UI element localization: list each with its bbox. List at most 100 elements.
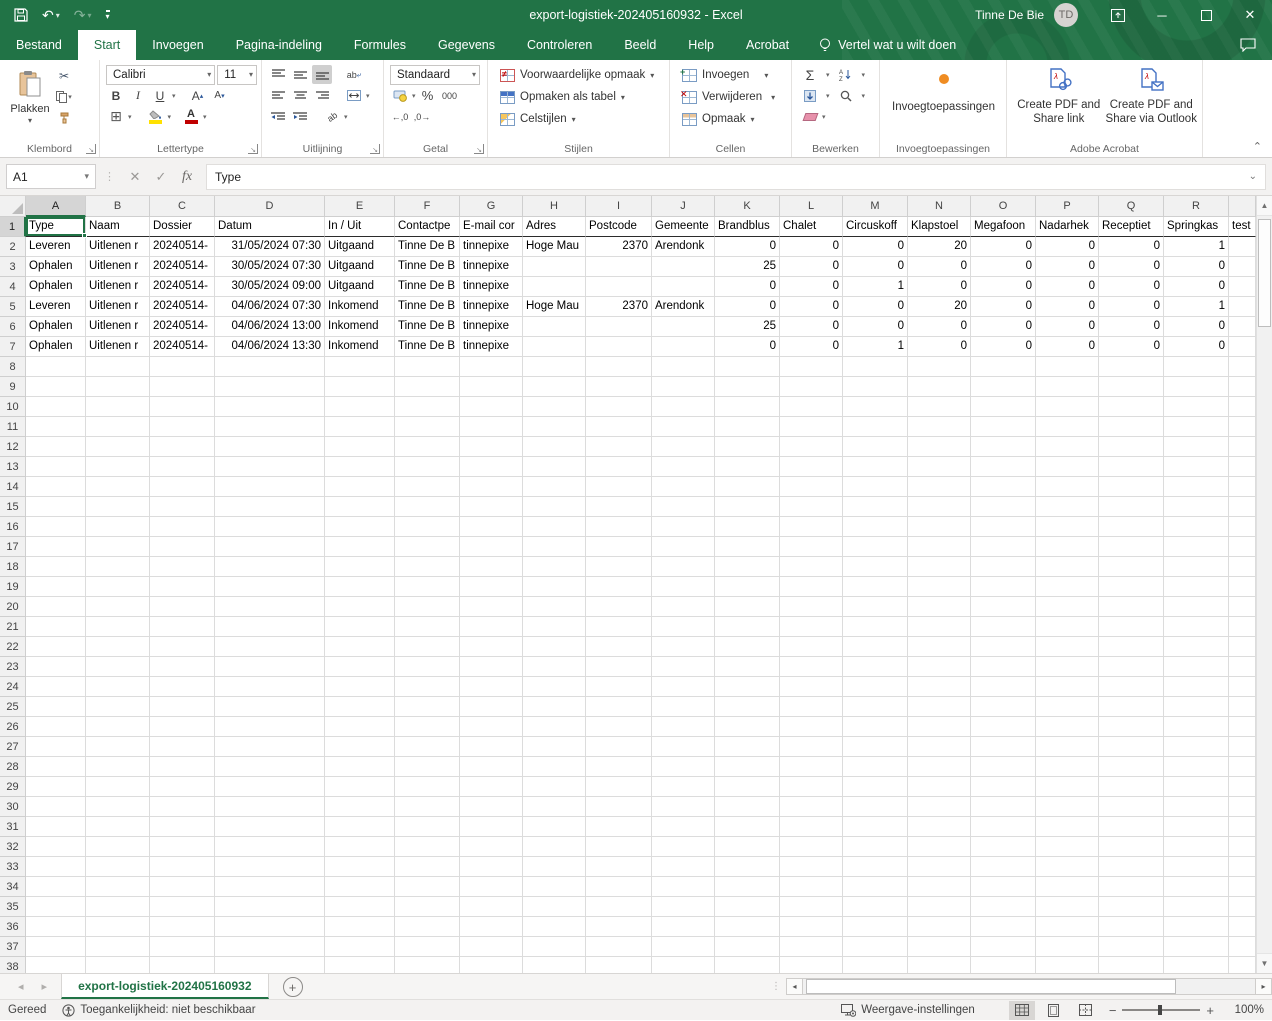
- cell-F21[interactable]: [395, 617, 460, 637]
- cell-J8[interactable]: [652, 357, 715, 377]
- cell-P32[interactable]: [1036, 837, 1099, 857]
- cell-I33[interactable]: [586, 857, 652, 877]
- cell-R38[interactable]: [1164, 957, 1229, 973]
- cell-L6[interactable]: 0: [780, 317, 843, 337]
- cell-D20[interactable]: [215, 597, 325, 617]
- cell-Q26[interactable]: [1099, 717, 1164, 737]
- cell-Q37[interactable]: [1099, 937, 1164, 957]
- cell-O1[interactable]: Megafoon: [971, 217, 1036, 237]
- cell-G23[interactable]: [460, 657, 523, 677]
- cell-B9[interactable]: [86, 377, 150, 397]
- cell-M34[interactable]: [843, 877, 908, 897]
- cell-C5[interactable]: 20240514-: [150, 297, 215, 317]
- expand-formula-bar-icon[interactable]: ⌄: [1249, 171, 1257, 182]
- cell-G31[interactable]: [460, 817, 523, 837]
- scroll-up-button[interactable]: ▲: [1257, 196, 1272, 216]
- cell-Q15[interactable]: [1099, 497, 1164, 517]
- cell-F12[interactable]: [395, 437, 460, 457]
- cell-D30[interactable]: [215, 797, 325, 817]
- bold-button[interactable]: B: [106, 86, 126, 105]
- cell-P27[interactable]: [1036, 737, 1099, 757]
- cell-I16[interactable]: [586, 517, 652, 537]
- cell-J16[interactable]: [652, 517, 715, 537]
- cell-G19[interactable]: [460, 577, 523, 597]
- horizontal-scrollbar[interactable]: [803, 978, 1255, 995]
- cell-L24[interactable]: [780, 677, 843, 697]
- cell-D13[interactable]: [215, 457, 325, 477]
- format-as-table-button[interactable]: Opmaken als tabel▾: [498, 86, 665, 108]
- cell-H20[interactable]: [523, 597, 586, 617]
- cell-M24[interactable]: [843, 677, 908, 697]
- cell-M4[interactable]: 1: [843, 277, 908, 297]
- cell-J3[interactable]: [652, 257, 715, 277]
- cell-N2[interactable]: 20: [908, 237, 971, 257]
- cell-M21[interactable]: [843, 617, 908, 637]
- cell-C27[interactable]: [150, 737, 215, 757]
- cell-R19[interactable]: [1164, 577, 1229, 597]
- cell-O4[interactable]: 0: [971, 277, 1036, 297]
- cell-B28[interactable]: [86, 757, 150, 777]
- cell-Q2[interactable]: 0: [1099, 237, 1164, 257]
- cell-G24[interactable]: [460, 677, 523, 697]
- cell-Q25[interactable]: [1099, 697, 1164, 717]
- cell-D4[interactable]: 30/05/2024 09:00: [215, 277, 325, 297]
- cell-K30[interactable]: [715, 797, 780, 817]
- cell-P34[interactable]: [1036, 877, 1099, 897]
- cell-L16[interactable]: [780, 517, 843, 537]
- cell-F8[interactable]: [395, 357, 460, 377]
- cell-S30[interactable]: [1229, 797, 1256, 817]
- cell-E23[interactable]: [325, 657, 395, 677]
- cell-P21[interactable]: [1036, 617, 1099, 637]
- column-header-M[interactable]: M: [843, 196, 908, 217]
- cell-E12[interactable]: [325, 437, 395, 457]
- cell-F14[interactable]: [395, 477, 460, 497]
- cell-R1[interactable]: Springkas: [1164, 217, 1229, 237]
- cell-S8[interactable]: [1229, 357, 1256, 377]
- cell-S2[interactable]: [1229, 237, 1256, 257]
- cell-S29[interactable]: [1229, 777, 1256, 797]
- cell-I35[interactable]: [586, 897, 652, 917]
- cell-I15[interactable]: [586, 497, 652, 517]
- cell-E14[interactable]: [325, 477, 395, 497]
- cell-P33[interactable]: [1036, 857, 1099, 877]
- cell-D35[interactable]: [215, 897, 325, 917]
- cell-F17[interactable]: [395, 537, 460, 557]
- cell-H38[interactable]: [523, 957, 586, 973]
- cell-J33[interactable]: [652, 857, 715, 877]
- cell-Q9[interactable]: [1099, 377, 1164, 397]
- cell-K29[interactable]: [715, 777, 780, 797]
- cell-I21[interactable]: [586, 617, 652, 637]
- cell-E29[interactable]: [325, 777, 395, 797]
- insert-cells-button[interactable]: + Invoegen▾: [680, 64, 787, 86]
- cell-A10[interactable]: [26, 397, 86, 417]
- comma-style-button[interactable]: 000: [440, 86, 460, 105]
- cell-D6[interactable]: 04/06/2024 13:00: [215, 317, 325, 337]
- cell-J5[interactable]: Arendonk: [652, 297, 715, 317]
- cell-B5[interactable]: Uitlenen r: [86, 297, 150, 317]
- cell-C32[interactable]: [150, 837, 215, 857]
- cell-D12[interactable]: [215, 437, 325, 457]
- scroll-right-button[interactable]: ▸: [1255, 978, 1272, 995]
- row-header-35[interactable]: 35: [0, 897, 26, 917]
- cell-N12[interactable]: [908, 437, 971, 457]
- cell-E36[interactable]: [325, 917, 395, 937]
- cell-S6[interactable]: [1229, 317, 1256, 337]
- cell-B11[interactable]: [86, 417, 150, 437]
- cell-L13[interactable]: [780, 457, 843, 477]
- select-all-corner[interactable]: [0, 196, 26, 217]
- cell-J2[interactable]: Arendonk: [652, 237, 715, 257]
- cell-N6[interactable]: 0: [908, 317, 971, 337]
- cell-O14[interactable]: [971, 477, 1036, 497]
- cell-C7[interactable]: 20240514-: [150, 337, 215, 357]
- cell-P14[interactable]: [1036, 477, 1099, 497]
- cell-H33[interactable]: [523, 857, 586, 877]
- cell-J29[interactable]: [652, 777, 715, 797]
- row-header-23[interactable]: 23: [0, 657, 26, 677]
- cell-A35[interactable]: [26, 897, 86, 917]
- scroll-down-button[interactable]: ▼: [1257, 953, 1272, 973]
- cell-S26[interactable]: [1229, 717, 1256, 737]
- cell-J6[interactable]: [652, 317, 715, 337]
- cell-J37[interactable]: [652, 937, 715, 957]
- cell-R11[interactable]: [1164, 417, 1229, 437]
- cell-E17[interactable]: [325, 537, 395, 557]
